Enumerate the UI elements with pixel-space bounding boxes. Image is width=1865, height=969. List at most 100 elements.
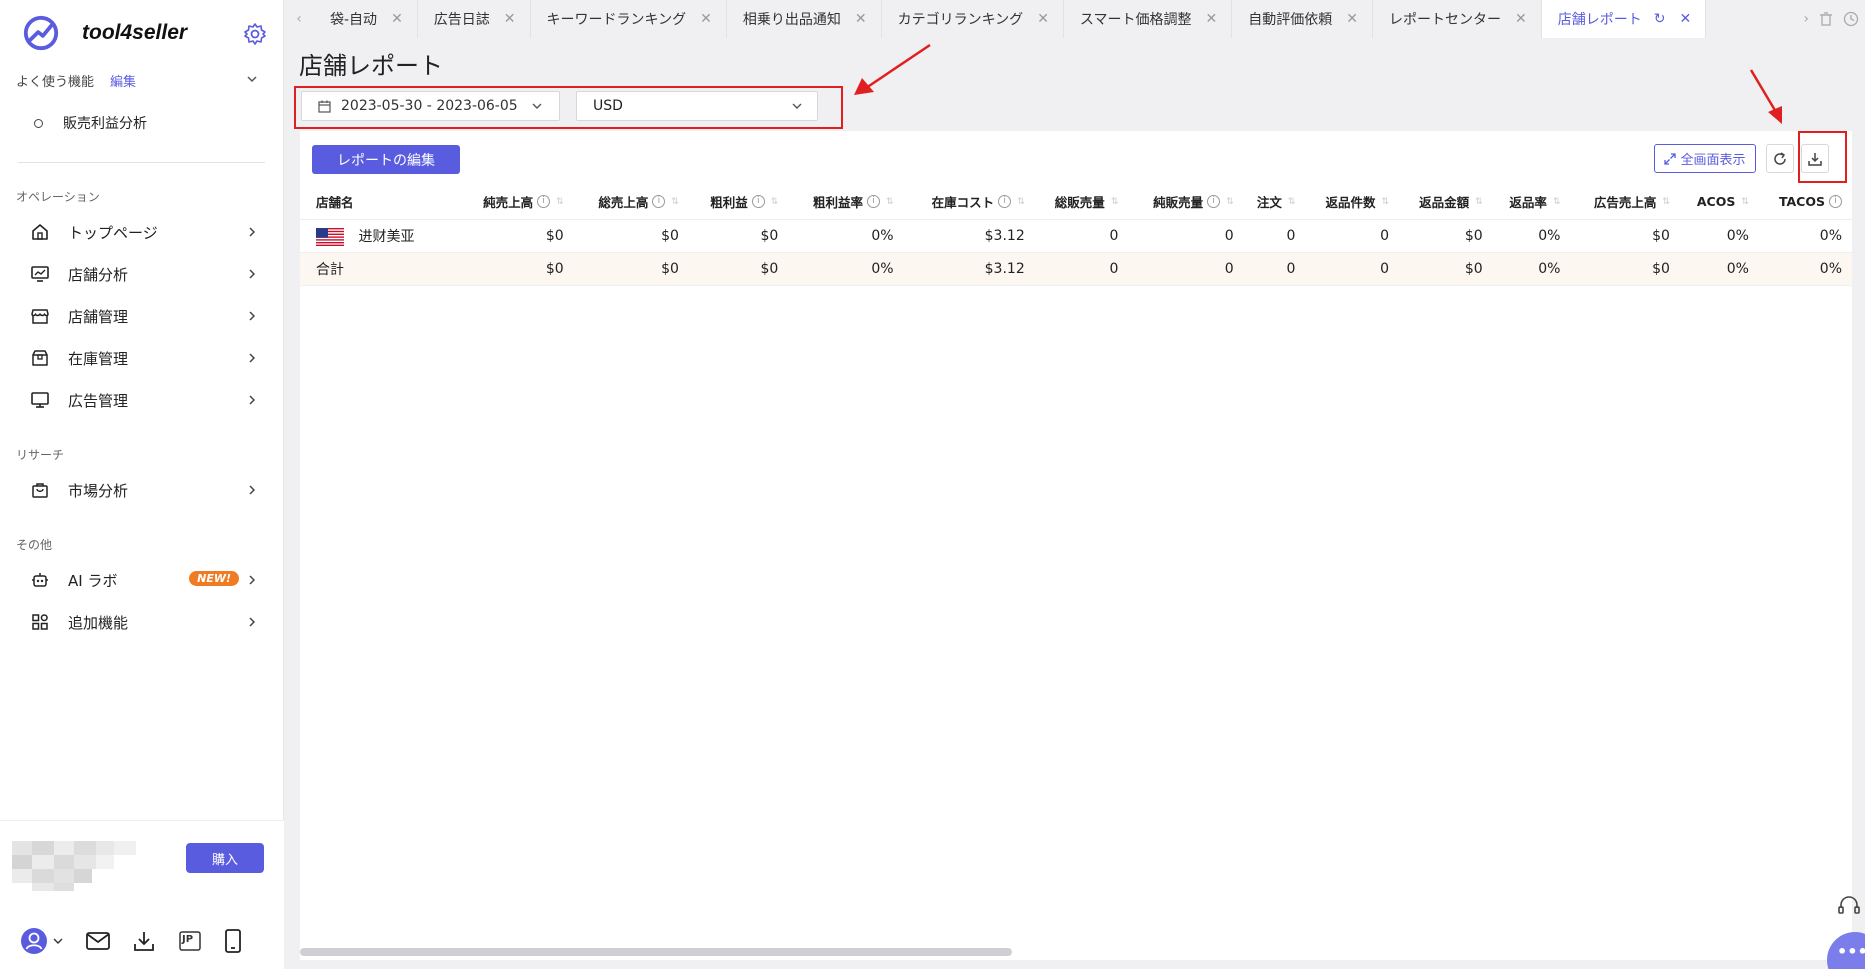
refresh-icon[interactable]: ↻ (1654, 11, 1666, 27)
tab-hijacker-alert[interactable]: 相乗り出品通知 ✕ (727, 0, 882, 38)
sidebar-item-store-analysis[interactable]: 店舗分析 (0, 253, 283, 295)
chevron-right-icon (249, 395, 256, 405)
tab-label: 広告日誌 (433, 12, 490, 28)
close-icon[interactable]: ✕ (1206, 11, 1218, 27)
sort-icon: ⇅ (1552, 196, 1561, 207)
table-cell: 0 (1128, 219, 1244, 253)
tab-report-center[interactable]: レポートセンター ✕ (1373, 0, 1542, 38)
close-icon[interactable]: ✕ (391, 11, 403, 27)
sidebar-item-extra-features[interactable]: 追加機能 (0, 601, 283, 643)
close-icon[interactable]: ✕ (1346, 11, 1358, 27)
table-cell: 合計 (300, 252, 459, 286)
column-header[interactable]: 返品率 ⇅ (1492, 185, 1571, 220)
column-header[interactable]: 返品件数 ⇅ (1305, 185, 1400, 220)
sidebar-item-label: 市場分析 (68, 481, 129, 500)
chevron-right-icon (249, 617, 256, 627)
store-icon (31, 309, 49, 324)
column-header[interactable]: TACOS i (1758, 185, 1852, 220)
trash-icon[interactable] (1819, 11, 1833, 27)
info-icon: i (1829, 195, 1842, 209)
annotation-highlight-box (294, 86, 843, 129)
table-cell: 0 (1305, 219, 1400, 253)
tab-label: キーワードランキング (546, 12, 687, 28)
edit-report-button[interactable]: レポートの編集 (312, 145, 460, 174)
close-icon[interactable]: ✕ (1037, 11, 1049, 27)
close-icon[interactable]: ✕ (855, 11, 867, 27)
circle-icon (34, 118, 43, 128)
column-header[interactable]: 在庫コスト i ⇅ (903, 185, 1035, 220)
column-header[interactable]: 総売上高 i ⇅ (573, 185, 689, 220)
gear-icon[interactable] (243, 22, 267, 46)
tab-label: スマート価格調整 (1079, 12, 1192, 28)
tab-label: 自動評価依頼 (1248, 12, 1333, 28)
tab-bag-auto[interactable]: 袋-自动 ✕ (314, 0, 418, 38)
tool4seller-logo-icon[interactable] (22, 14, 60, 52)
sidebar-item-label: AI ラボ (68, 571, 118, 590)
tab-scroll-left-icon[interactable]: ‹ (284, 0, 314, 38)
sidebar-item-label: 広告管理 (68, 391, 129, 410)
sort-icon: ⇅ (770, 196, 779, 207)
close-icon[interactable]: ✕ (700, 11, 712, 27)
column-header[interactable]: ACOS ⇅ (1679, 185, 1759, 220)
sidebar-item-inventory[interactable]: 在庫管理 (0, 337, 283, 379)
close-icon[interactable]: ✕ (1679, 11, 1691, 27)
tab-scroll-right-icon[interactable]: › (1803, 11, 1809, 27)
tab-store-report[interactable]: 店舗レポート ↻ ✕ (1541, 0, 1707, 38)
table-cell: $0 (458, 252, 574, 286)
column-header[interactable]: 返品金額 ⇅ (1399, 185, 1493, 220)
tab-ad-journal[interactable]: 広告日誌 ✕ (418, 0, 531, 38)
table-cell: $0 (688, 219, 789, 253)
buy-button[interactable]: 購入 (186, 843, 264, 873)
section-research: リサーチ (16, 448, 65, 462)
table-total-row: 合計 $0 $0 $0 0% $3.12 0 0 0 0 $0 0% $0 0%… (300, 252, 1852, 286)
tab-keyword-ranking[interactable]: キーワードランキング ✕ (531, 0, 727, 38)
divider (18, 162, 265, 163)
fullscreen-button[interactable]: 全画面表示 (1654, 144, 1756, 173)
table-cell: 0 (1034, 219, 1129, 253)
horizontal-scrollbar[interactable] (300, 948, 1012, 956)
download-icon[interactable] (132, 929, 156, 953)
column-header[interactable]: 純販売量 i ⇅ (1128, 185, 1244, 220)
tab-smart-pricing[interactable]: スマート価格調整 ✕ (1064, 0, 1233, 38)
table-cell: $0 (1399, 219, 1493, 253)
favorite-item-sales-profit[interactable]: 販売利益分析 (0, 100, 283, 146)
history-clock-icon[interactable] (1843, 11, 1859, 27)
column-header[interactable]: 粗利益 i ⇅ (688, 185, 789, 220)
user-avatar-icon[interactable] (20, 927, 64, 955)
mail-icon[interactable] (86, 931, 110, 951)
tab-auto-review[interactable]: 自動評価依頼 ✕ (1232, 0, 1373, 38)
column-header[interactable]: 総販売量 ⇅ (1034, 185, 1129, 220)
sidebar-item-top-page[interactable]: トップページ (0, 211, 283, 253)
us-flag-icon (316, 227, 344, 246)
box-icon (32, 350, 48, 366)
sidebar-item-store-management[interactable]: 店舗管理 (0, 295, 283, 337)
table-cell: $0 (573, 219, 689, 253)
robot-icon (32, 573, 48, 587)
chevron-down-icon[interactable] (245, 72, 259, 86)
blurred-account-info (12, 841, 144, 891)
favorites-edit-link[interactable]: 編集 (110, 71, 136, 90)
mobile-icon[interactable] (224, 929, 242, 953)
sort-icon: ⇅ (886, 196, 894, 207)
page-title: 店舗レポート (299, 52, 443, 80)
jp-region-icon[interactable]: JP (178, 930, 202, 952)
column-header[interactable]: 粗利益率 i ⇅ (788, 185, 904, 220)
tab-category-ranking[interactable]: カテゴリランキング ✕ (882, 0, 1064, 38)
close-icon[interactable]: ✕ (504, 11, 516, 27)
customer-support-icon[interactable] (1837, 894, 1861, 918)
bag-icon (32, 483, 48, 498)
column-header[interactable]: 純売上高 i ⇅ (458, 185, 574, 220)
close-icon[interactable]: ✕ (1515, 11, 1527, 27)
column-header[interactable]: 広告売上高 ⇅ (1570, 185, 1680, 220)
table-cell: 0% (1679, 252, 1759, 286)
table-cell: 0% (1492, 219, 1571, 253)
table-cell: $0 (1570, 219, 1680, 253)
column-header[interactable]: 注文 ⇅ (1243, 185, 1306, 220)
footer-icons: JP (20, 927, 264, 955)
sidebar-item-ai-lab[interactable]: AI ラボ NEW! (0, 559, 283, 601)
sidebar-item-ads[interactable]: 広告管理 (0, 379, 283, 421)
sidebar-item-market-analysis[interactable]: 市場分析 (0, 469, 283, 511)
sidebar-item-label: 在庫管理 (68, 349, 129, 368)
table-cell: 0% (1679, 219, 1759, 253)
refresh-button[interactable] (1766, 144, 1794, 173)
